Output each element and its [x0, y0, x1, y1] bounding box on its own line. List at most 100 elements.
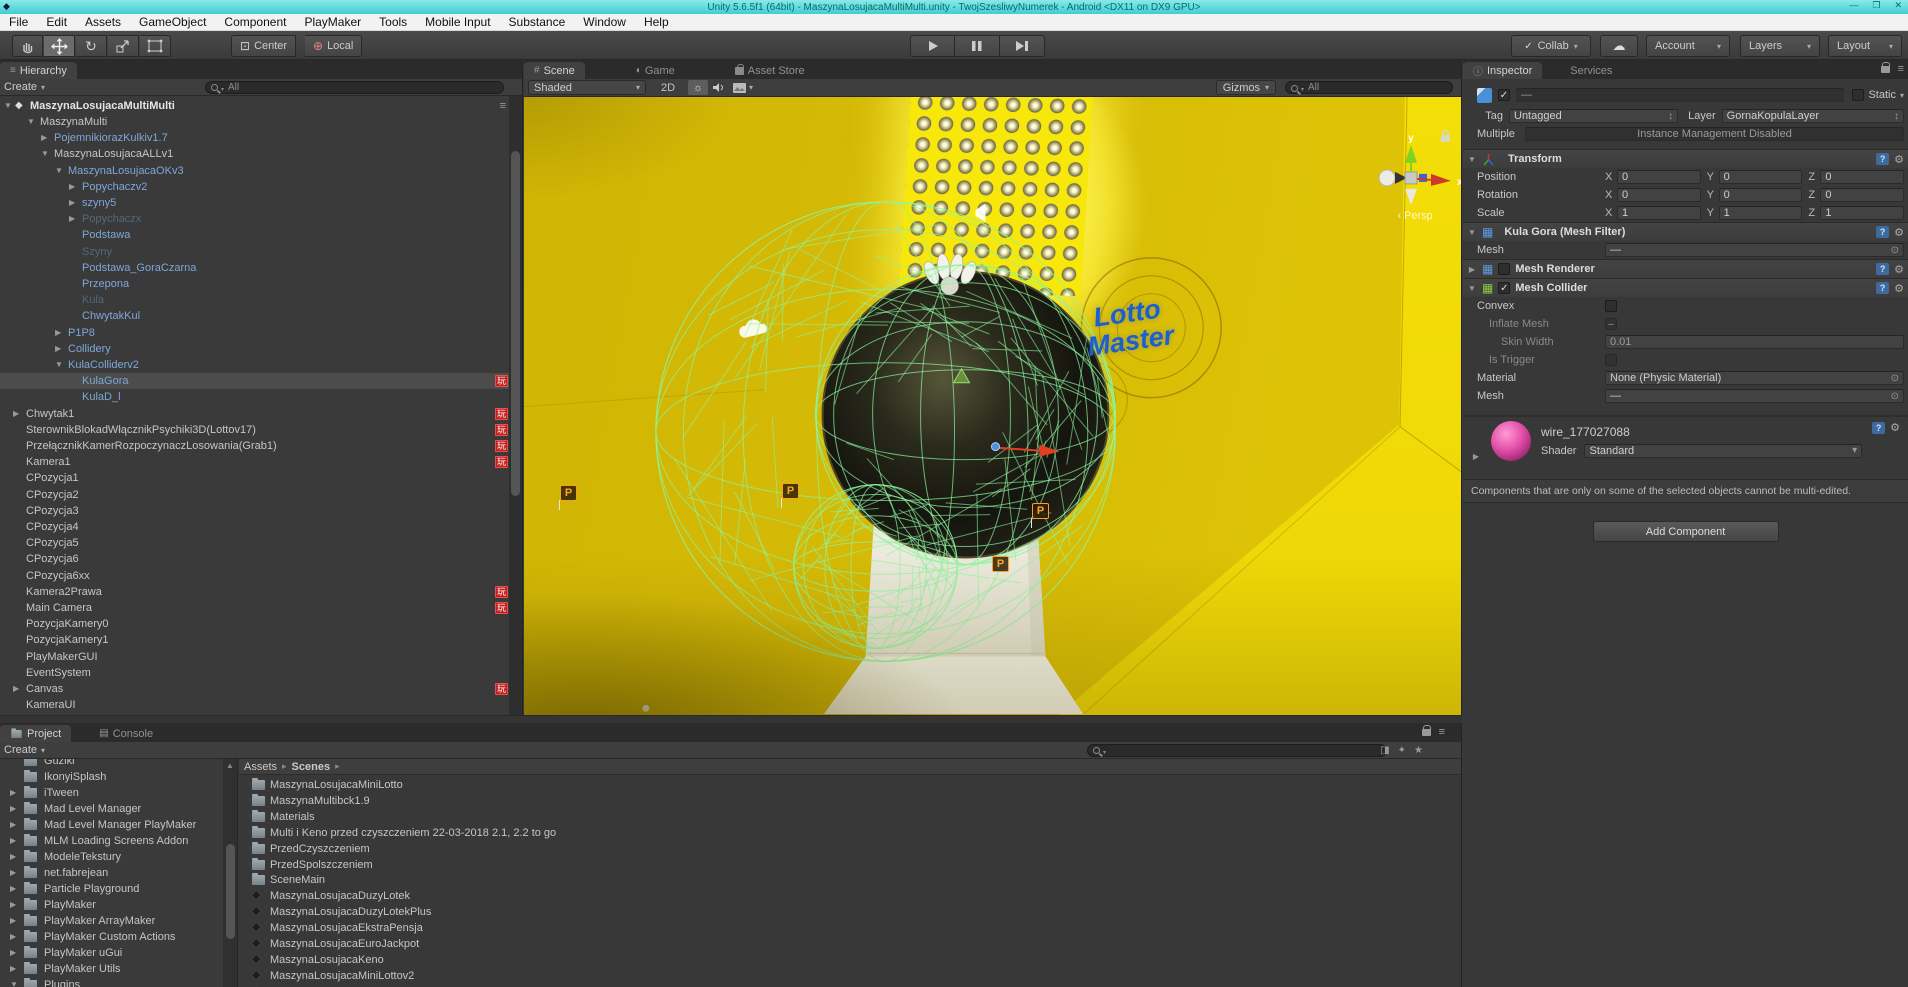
- chevron-right-icon[interactable]: ▶: [1467, 265, 1477, 274]
- help-icon[interactable]: ?: [1876, 263, 1890, 275]
- static-checkbox[interactable]: [1852, 89, 1865, 101]
- help-icon[interactable]: ?: [1872, 421, 1886, 434]
- chevron-right-icon[interactable]: ▶: [1471, 452, 1481, 461]
- gear-icon[interactable]: ⚙: [1894, 263, 1904, 276]
- hierarchy-item[interactable]: ▶ PojemnikiorazKulkiv1.7: [0, 130, 509, 146]
- menu-gameobject[interactable]: GameObject: [130, 14, 215, 31]
- chevron-down-icon[interactable]: ▼: [27, 114, 35, 130]
- axis-center-cube[interactable]: [1404, 171, 1418, 185]
- chevron-right-icon[interactable]: ▶: [10, 897, 16, 913]
- project-file-item[interactable]: PrzedCzyszczeniem: [239, 841, 1461, 857]
- hierarchy-item[interactable]: SterownikBlokadWłącznikPsychiki3D(Lottov…: [0, 422, 509, 438]
- hierarchy-item[interactable]: CPozycja5: [0, 535, 509, 551]
- play-button[interactable]: [910, 35, 955, 57]
- hierarchy-item[interactable]: CPozycja2: [0, 487, 509, 503]
- project-file-item[interactable]: Multi i Keno przed czyszczeniem 22-03-20…: [239, 825, 1461, 841]
- rect-tool-button[interactable]: [140, 35, 171, 57]
- transform-rotation-x-field[interactable]: 0: [1617, 188, 1701, 202]
- breadcrumb-scenes[interactable]: Scenes: [292, 761, 331, 773]
- chevron-right-icon[interactable]: ▶: [10, 849, 16, 865]
- hierarchy-item[interactable]: ▶ Popychaczv2: [0, 179, 509, 195]
- hierarchy-item[interactable]: Kula: [0, 292, 509, 308]
- chevron-right-icon[interactable]: ▶: [10, 945, 16, 961]
- hierarchy-item[interactable]: CPozycja3: [0, 503, 509, 519]
- mesh-collider-component-header[interactable]: ▼ ▦ ✓ Mesh Collider ? ⚙: [1463, 278, 1908, 297]
- chevron-right-icon[interactable]: ▶: [10, 929, 16, 945]
- chevron-right-icon[interactable]: ▶: [69, 179, 75, 195]
- hierarchy-item[interactable]: PozycjaKamery0: [0, 616, 509, 632]
- chevron-right-icon[interactable]: ▶: [10, 785, 16, 801]
- tag-dropdown[interactable]: Untagged ↕: [1509, 109, 1679, 123]
- chevron-right-icon[interactable]: ▶: [41, 130, 47, 146]
- mesh-field[interactable]: — ⊙: [1605, 243, 1904, 257]
- rotate-tool-button[interactable]: ↻: [76, 35, 107, 57]
- project-folder-item[interactable]: Guziki: [0, 759, 237, 769]
- chevron-down-icon[interactable]: ▼: [4, 98, 12, 114]
- scene-lighting-toggle[interactable]: ☼: [688, 80, 709, 95]
- static-dropdown-caret[interactable]: ▾: [1900, 91, 1904, 100]
- chevron-right-icon[interactable]: ▶: [10, 913, 16, 929]
- chevron-right-icon[interactable]: ▶: [13, 406, 19, 422]
- hierarchy-item[interactable]: CPozycja6: [0, 551, 509, 567]
- chevron-down-icon[interactable]: ▼: [1467, 228, 1477, 237]
- axis-y-cone[interactable]: [1405, 144, 1418, 163]
- tab-services[interactable]: Services: [1560, 62, 1622, 79]
- pause-button[interactable]: [955, 35, 1000, 57]
- project-folder-item[interactable]: ▶ MLM Loading Screens Addon: [0, 833, 237, 849]
- project-search-input[interactable]: ▾: [1087, 743, 1387, 757]
- gear-icon[interactable]: ⚙: [1894, 153, 1904, 166]
- gear-icon[interactable]: ⚙: [1894, 226, 1904, 239]
- active-checkbox[interactable]: ✓: [1498, 89, 1510, 101]
- chevron-down-icon[interactable]: ▼: [41, 146, 49, 162]
- hierarchy-item[interactable]: ▶ Popychaczx: [0, 211, 509, 227]
- add-component-button[interactable]: Add Component: [1592, 521, 1779, 542]
- step-button[interactable]: [1000, 35, 1045, 57]
- gizmo-center-handle[interactable]: [990, 442, 1000, 452]
- hierarchy-item[interactable]: ▼ MaszynaMulti: [0, 114, 509, 130]
- hierarchy-search-input[interactable]: ▾ All: [205, 80, 504, 94]
- chevron-down-icon[interactable]: ▼: [55, 357, 63, 373]
- menu-file[interactable]: File: [0, 14, 37, 31]
- hierarchy-item[interactable]: ▶ Canvas 玩: [0, 681, 509, 697]
- menu-window[interactable]: Window: [574, 14, 635, 31]
- account-dropdown[interactable]: Account ▾: [1646, 35, 1730, 57]
- scene-search-input[interactable]: ▾ All: [1285, 81, 1453, 94]
- menu-playmaker[interactable]: PlayMaker: [295, 14, 370, 31]
- chevron-right-icon[interactable]: ▶: [10, 833, 16, 849]
- shading-mode-dropdown[interactable]: Shaded ▾: [528, 80, 646, 95]
- hierarchy-item[interactable]: ▶ Chwytak1 玩: [0, 406, 509, 422]
- persp-label[interactable]: ‹ Persp: [1397, 210, 1432, 222]
- search-by-type-icon[interactable]: ◨: [1380, 745, 1389, 756]
- search-by-label-icon[interactable]: ✦: [1398, 745, 1406, 756]
- hierarchy-item[interactable]: Przepona: [0, 276, 509, 292]
- menu-edit[interactable]: Edit: [37, 14, 76, 31]
- gear-icon[interactable]: ⚙: [1894, 282, 1904, 295]
- layer-dropdown[interactable]: GornaKopulaLayer ↕: [1721, 109, 1904, 123]
- chevron-right-icon[interactable]: ▶: [10, 817, 16, 833]
- hierarchy-item[interactable]: Main Camera 玩: [0, 600, 509, 616]
- chevron-right-icon[interactable]: ▶: [55, 325, 61, 341]
- panel-resize-handle[interactable]: [0, 715, 1462, 723]
- project-folder-item[interactable]: ▼ Plugins: [0, 977, 237, 987]
- project-folder-item[interactable]: ▶ Mad Level Manager: [0, 801, 237, 817]
- chevron-down-icon[interactable]: ▼: [10, 977, 18, 987]
- gameobject-name-field[interactable]: —: [1516, 88, 1845, 102]
- menu-help[interactable]: Help: [635, 14, 678, 31]
- scene-viewport[interactable]: y x ‹ Persp Lotto Master PPPP: [524, 97, 1461, 715]
- transform-rotation-z-field[interactable]: 0: [1820, 188, 1905, 202]
- project-folder-item[interactable]: ▶ iTween: [0, 785, 237, 801]
- project-file-item[interactable]: ◆ MaszynaLosujacaMiniLottov2: [239, 968, 1461, 984]
- window-close-button[interactable]: ✕: [1894, 0, 1902, 11]
- project-folder-item[interactable]: ▶ Mad Level Manager PlayMaker: [0, 817, 237, 833]
- project-folder-item[interactable]: ▶ PlayMaker: [0, 897, 237, 913]
- collab-dropdown[interactable]: ✓ Collab ▾: [1511, 35, 1591, 57]
- transform-scale-z-field[interactable]: 1: [1820, 206, 1905, 220]
- axis-x-cone[interactable]: [1431, 173, 1451, 186]
- menu-assets[interactable]: Assets: [76, 14, 130, 31]
- project-folder-item[interactable]: ▶ net.fabrejean: [0, 865, 237, 881]
- chevron-right-icon[interactable]: ▶: [10, 881, 16, 897]
- project-folder-item[interactable]: ▶ PlayMaker ArrayMaker: [0, 913, 237, 929]
- window-maximize-button[interactable]: ❐: [1872, 0, 1880, 11]
- breadcrumb-assets[interactable]: Assets: [244, 761, 277, 773]
- transform-position-x-field[interactable]: 0: [1617, 170, 1701, 184]
